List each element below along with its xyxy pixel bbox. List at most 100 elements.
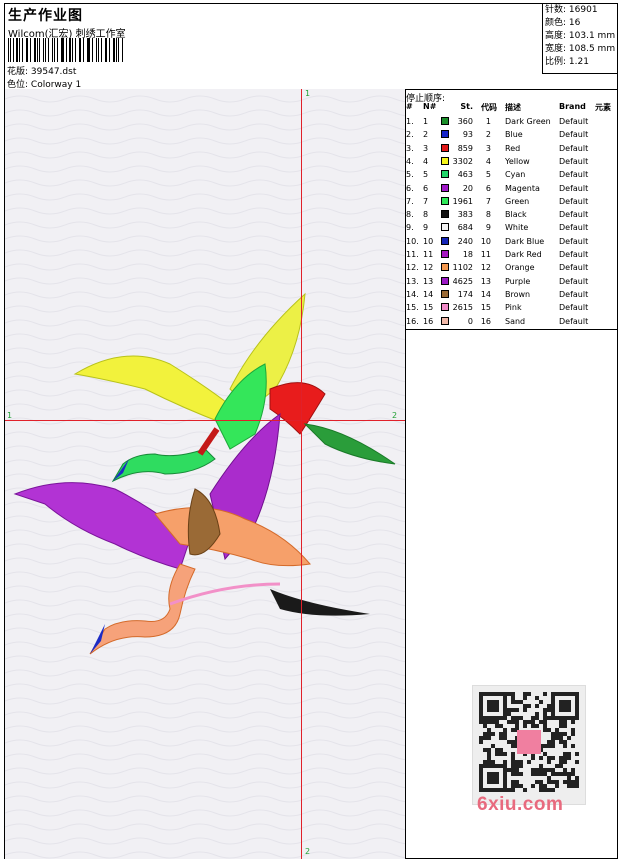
qr-module: [563, 772, 567, 776]
qr-module: [535, 716, 539, 720]
qr-module: [555, 728, 559, 732]
qr-code-pattern: [479, 692, 579, 792]
qr-module: [539, 772, 543, 776]
row-needle: 8: [423, 210, 429, 220]
stop-sequence-row: 2. 2 93 2 Blue Default: [405, 128, 617, 141]
qr-module: [523, 704, 527, 708]
qr-module: [547, 740, 551, 744]
barcode-bar: [78, 38, 80, 62]
stop-sequence-row: 1. 1 360 1 Dark Green Default: [405, 115, 617, 128]
row-brand: Default: [559, 210, 589, 220]
row-code: 14: [480, 289, 491, 299]
row-number: 8.: [406, 210, 414, 220]
qr-module: [559, 724, 563, 728]
qr-module: [563, 720, 567, 724]
qr-module: [511, 708, 515, 712]
qr-module: [499, 736, 503, 740]
qr-module: [507, 720, 511, 724]
qr-module: [571, 744, 575, 748]
qr-module: [531, 772, 535, 776]
thread-color-swatch: [441, 143, 449, 152]
qr-module: [543, 784, 547, 788]
barcode-bar: [118, 38, 119, 62]
qr-code: [472, 685, 586, 805]
qr-module: [483, 736, 487, 740]
row-needle: 14: [423, 289, 434, 299]
barcode-bar: [25, 38, 27, 62]
qr-module: [575, 784, 579, 788]
qr-module: [527, 760, 531, 764]
qr-module: [539, 756, 543, 760]
qr-module: [543, 724, 547, 728]
qr-module: [543, 772, 547, 776]
guide-label-bottom: 2: [305, 847, 311, 856]
barcode-bar: [47, 38, 50, 62]
design-preview-canvas[interactable]: 1 2 1 2: [5, 89, 406, 859]
qr-module: [523, 788, 527, 792]
qr-module: [519, 772, 523, 776]
qr-module: [567, 756, 571, 760]
qr-module: [479, 736, 483, 740]
qr-module: [559, 720, 563, 724]
qr-module: [563, 780, 567, 784]
qr-module: [551, 768, 555, 772]
qr-module: [507, 692, 511, 696]
qr-module: [547, 716, 551, 720]
qr-module: [483, 720, 487, 724]
row-brand: Default: [559, 316, 589, 326]
barcode-bar: [29, 38, 32, 62]
qr-module: [551, 736, 555, 740]
qr-module: [539, 780, 543, 784]
qr-module: [547, 776, 551, 780]
stop-sequence-row: 16. 16 0 16 Sand Default: [405, 315, 617, 328]
row-needle: 5: [423, 170, 429, 180]
barcode-bar: [92, 38, 93, 62]
barcode-bar: [101, 38, 102, 62]
row-brand: Default: [559, 183, 589, 193]
qr-module: [515, 772, 519, 776]
row-description: White: [505, 223, 529, 233]
barcode-bar: [8, 38, 10, 62]
thread-color-swatch: [441, 196, 449, 205]
qr-module: [495, 748, 499, 752]
qr-module: [563, 768, 567, 772]
row-description: Dark Red: [505, 250, 542, 259]
row-number: 2.: [406, 130, 414, 140]
design-height-label: 高度:: [545, 31, 567, 41]
row-brand: Default: [559, 250, 589, 259]
color-count-label: 颜色:: [545, 18, 567, 28]
barcode-bar: [54, 38, 56, 62]
design-stats: 针数: 16901 颜色: 16 高度: 103.1 mm 宽度: 108.5 …: [542, 4, 617, 74]
thread-color-swatch: [441, 170, 449, 179]
qr-module: [527, 720, 531, 724]
row-number: 14.: [406, 289, 419, 299]
row-stitches: 684: [457, 223, 473, 233]
row-stitches: 20: [462, 183, 473, 193]
row-code: 9: [485, 223, 491, 233]
col-header-stitches: St.: [460, 102, 473, 111]
qr-module: [547, 708, 551, 712]
qr-module: [527, 692, 531, 696]
vertical-center-guide: [301, 89, 302, 859]
barcode-bar: [69, 38, 71, 62]
stitch-count: 针数: 16901: [545, 4, 617, 17]
qr-module: [551, 756, 555, 760]
row-code: 1: [485, 117, 491, 126]
qr-module: [511, 716, 515, 720]
barcode-bar: [42, 38, 45, 62]
qr-module: [483, 732, 487, 736]
design-height: 高度: 103.1 mm: [545, 30, 617, 43]
qr-module: [535, 704, 539, 708]
qr-module: [483, 760, 487, 764]
qr-module: [487, 700, 499, 712]
qr-module: [519, 700, 523, 704]
barcode-bar: [39, 38, 40, 62]
qr-module: [543, 720, 547, 724]
row-needle: 7: [423, 196, 429, 206]
qr-module: [519, 764, 523, 768]
barcode-bar: [57, 38, 58, 62]
row-stitches: 240: [457, 236, 473, 246]
qr-module: [483, 748, 487, 752]
barcode-bar: [115, 38, 117, 62]
row-brand: Default: [559, 130, 589, 140]
